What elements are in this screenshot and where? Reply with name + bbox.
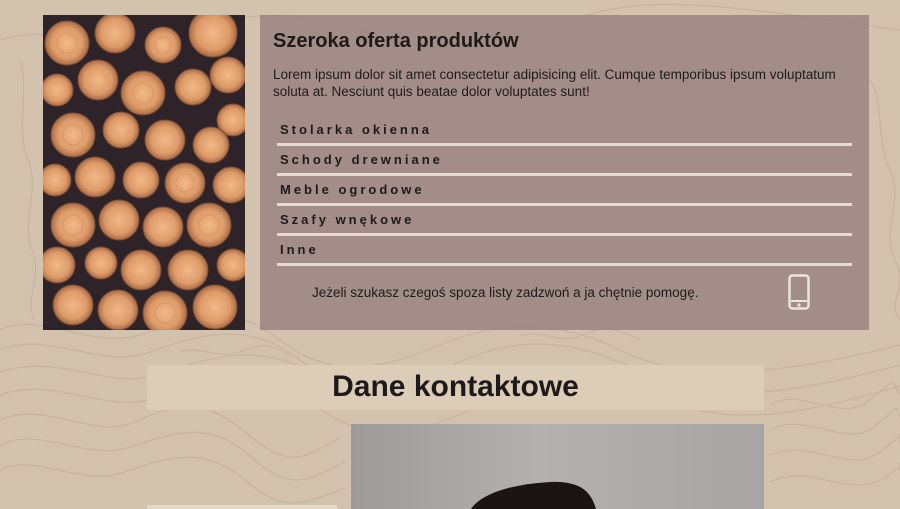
product-list: Stolarka okienna Schody drewniane Meble …: [277, 119, 852, 269]
contact-heading-box: Dane kontaktowe: [147, 365, 764, 410]
contact-info-box: [147, 505, 337, 509]
product-item-schody-drewniane: Schody drewniane: [277, 149, 852, 176]
contact-heading: Dane kontaktowe: [332, 370, 579, 403]
product-offer-description: Lorem ipsum dolor sit amet consectetur a…: [273, 67, 836, 99]
product-item-stolarka-okienna: Stolarka okienna: [277, 119, 852, 146]
call-invitation-text: Jeżeli szukasz czegoś spoza listy zadzwo…: [312, 285, 699, 300]
product-offer-panel: Szeroka oferta produktów Lorem ipsum dol…: [260, 15, 869, 330]
contact-photo: [351, 424, 764, 509]
product-item-szafy-wnekowe: Szafy wnękowe: [277, 209, 852, 236]
product-item-inne: Inne: [277, 239, 852, 266]
product-offer-title: Szeroka oferta produktów: [273, 30, 519, 52]
smartphone-icon[interactable]: [788, 274, 810, 310]
product-item-meble-ogrodowe: Meble ogrodowe: [277, 179, 852, 206]
stacked-logs-image: [43, 15, 245, 330]
